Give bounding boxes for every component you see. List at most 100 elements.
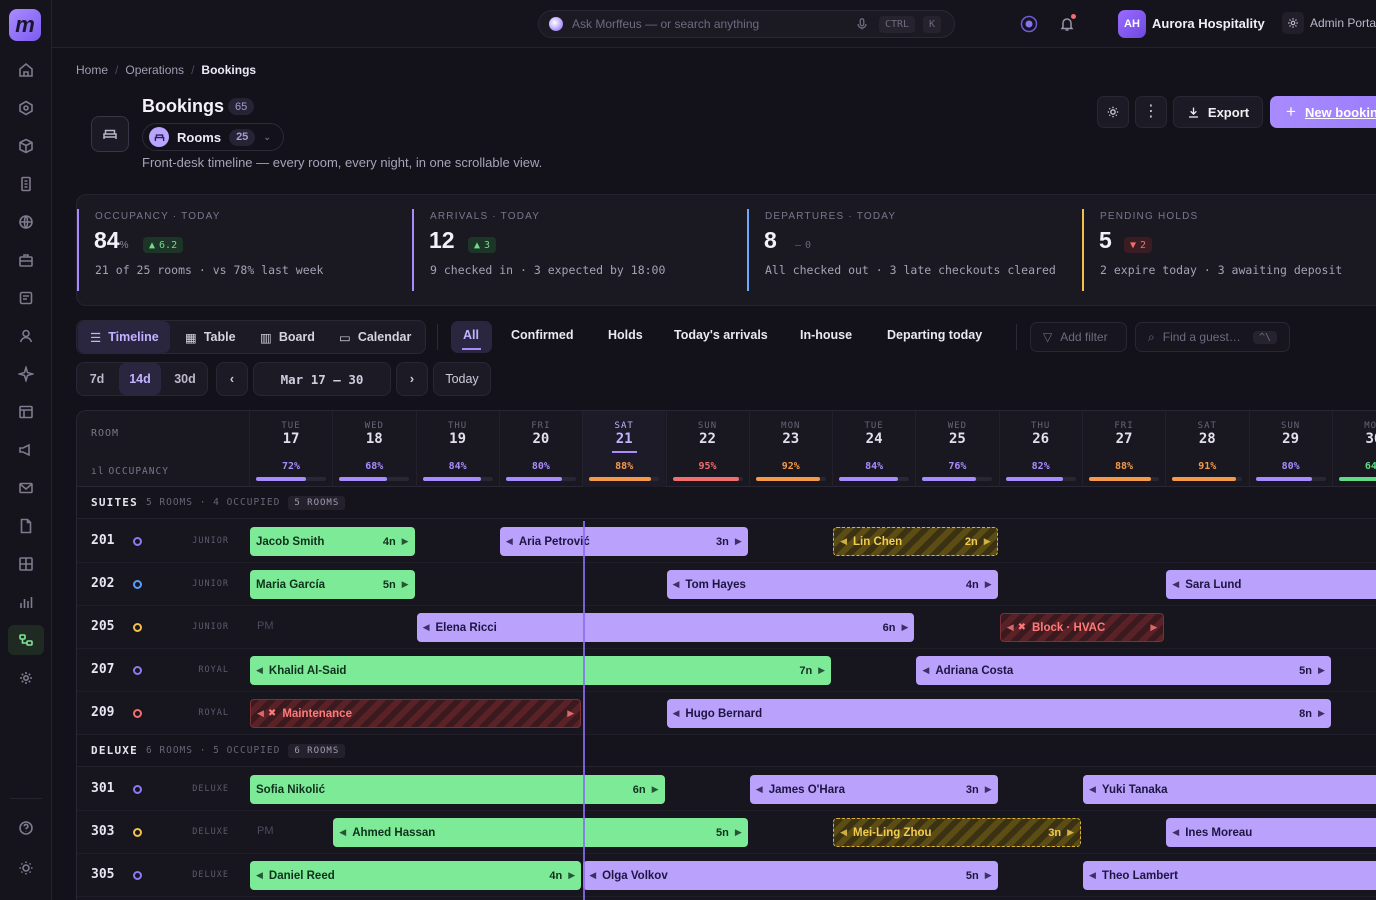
globe-icon[interactable]: [14, 210, 38, 234]
day-column[interactable]: THU 26 82%: [998, 411, 1082, 487]
mail-icon[interactable]: [14, 476, 38, 500]
room-number[interactable]: 209: [91, 705, 114, 720]
booking-bar[interactable]: ◀ Adriana Costa 5n ▶: [916, 656, 1331, 685]
stat-occupancy: OCCUPANCY · TODAY 84% ▲ 6.2 21 of 25 room…: [77, 195, 412, 307]
breadcrumb-operations[interactable]: Operations: [125, 63, 184, 77]
booking-bar[interactable]: ◀ Khalid Al-Said 7n ▶: [250, 656, 832, 685]
filter-chip-todays-arrivals[interactable]: Today's arrivals: [674, 328, 768, 342]
org-name[interactable]: Aurora Hospitality: [1152, 16, 1265, 31]
day-column[interactable]: MON 23 92%: [748, 411, 832, 487]
booking-bar[interactable]: ◀ Hugo Bernard 8n ▶: [666, 699, 1331, 728]
day-column[interactable]: TUE 24 84%: [832, 411, 915, 487]
booking-bar[interactable]: ◀ ✖ Maintenance ▶: [250, 699, 582, 728]
breadcrumb-home[interactable]: Home: [76, 63, 108, 77]
day-column[interactable]: FRI 20 80%: [498, 411, 582, 487]
add-filter-button[interactable]: ▽ Add filter: [1030, 322, 1127, 352]
today-button[interactable]: Today: [433, 362, 491, 396]
room-number[interactable]: 303: [91, 824, 114, 839]
user-icon[interactable]: [14, 324, 38, 348]
rooms-selector[interactable]: Rooms 25 ⌄: [142, 123, 284, 151]
booking-bar[interactable]: ◀ Mei-Ling Zhou 3n ▶: [833, 818, 1081, 847]
day-column[interactable]: MON30 64%: [1331, 411, 1376, 487]
booking-bar[interactable]: ◀ Lin Chen 2n ▶: [833, 527, 998, 556]
building-icon[interactable]: [14, 172, 38, 196]
assistant-icon[interactable]: [1018, 13, 1040, 35]
booking-bar[interactable]: ◀ ✖ Block · HVAC ▶: [999, 613, 1165, 642]
next-period-button[interactable]: ›: [396, 362, 428, 396]
booking-bar[interactable]: ◀ Daniel Reed 4n ▶: [250, 861, 582, 890]
view-calendar-tab[interactable]: ▭ Calendar: [339, 321, 411, 353]
booking-bar[interactable]: ◀Sara Lund▶: [1166, 570, 1376, 599]
day-column[interactable]: WED 25 76%: [915, 411, 998, 487]
day-column[interactable]: TUE 17 72%: [249, 411, 332, 487]
target-icon[interactable]: [14, 96, 38, 120]
room-number[interactable]: 201: [91, 533, 114, 548]
cube-icon[interactable]: [14, 134, 38, 158]
view-board-tab[interactable]: ▥ Board: [260, 321, 315, 353]
filter-chip-all[interactable]: All: [463, 328, 479, 342]
stat-accent-bar: [77, 209, 79, 291]
grid-icon[interactable]: [14, 552, 38, 576]
booking-bar[interactable]: ◀ James O'Hara 3n ▶: [749, 775, 998, 804]
app-logo[interactable]: m: [9, 9, 41, 41]
range-30d[interactable]: 30d: [165, 363, 205, 395]
search-input[interactable]: Ask Morffeus — or search anything CTRL K: [538, 10, 955, 38]
room-number[interactable]: 202: [91, 576, 114, 591]
room-number[interactable]: 301: [91, 781, 114, 796]
home-icon[interactable]: [14, 58, 38, 82]
new-booking-button[interactable]: + New booking: [1270, 96, 1376, 128]
room-number[interactable]: 207: [91, 662, 114, 677]
help-icon[interactable]: [14, 816, 38, 840]
booking-bar[interactable]: ◀ Elena Ricci 6n ▶: [416, 613, 915, 642]
range-7d[interactable]: 7d: [77, 363, 117, 395]
filter-chip-confirmed[interactable]: Confirmed: [511, 328, 574, 342]
briefcase-icon[interactable]: [14, 248, 38, 272]
booking-bar[interactable]: ◀ Tom Hayes 4n ▶: [666, 570, 998, 599]
prev-period-button[interactable]: ‹: [216, 362, 248, 396]
org-avatar[interactable]: AH: [1118, 10, 1146, 38]
admin-portal-link[interactable]: Admin Portal: [1282, 12, 1376, 34]
theme-toggle-icon[interactable]: [14, 856, 38, 880]
booking-bar[interactable]: ◀Ines Moreau▶: [1166, 818, 1376, 847]
settings-icon[interactable]: [14, 666, 38, 690]
booking-bar[interactable]: Sofia Nikolić 6n ▶: [250, 775, 665, 804]
day-column[interactable]: SUN 29 80%: [1248, 411, 1332, 487]
date-range-label[interactable]: Mar 17 – 30: [253, 362, 391, 396]
table-icon[interactable]: [14, 400, 38, 424]
find-guest-input[interactable]: ⌕ Find a guest… ^\: [1135, 322, 1290, 352]
day-column[interactable]: THU 19 84%: [415, 411, 499, 487]
day-column[interactable]: SAT 21 88%: [582, 411, 666, 487]
megaphone-icon[interactable]: [14, 438, 38, 462]
booking-bar[interactable]: ◀ Ahmed Hassan 5n ▶: [333, 818, 748, 847]
booking-bar[interactable]: ◀ Aria Petrović 3n ▶: [499, 527, 748, 556]
day-column[interactable]: FRI 27 88%: [1082, 411, 1165, 487]
day-column[interactable]: SUN 22 95%: [665, 411, 749, 487]
day-column[interactable]: WED 18 68%: [332, 411, 415, 487]
room-number[interactable]: 305: [91, 867, 114, 882]
sparkle-icon[interactable]: [14, 362, 38, 386]
filter-chip-in-house[interactable]: In-house: [800, 328, 852, 342]
file-icon[interactable]: [14, 514, 38, 538]
room-group-header[interactable]: DELUXE 6 ROOMS · 5 OCCUPIED 6 ROOMS: [77, 735, 1376, 767]
room-number[interactable]: 205: [91, 619, 114, 634]
booking-bar[interactable]: ◀Theo Lambert▶: [1083, 861, 1376, 890]
view-timeline-tab[interactable]: ☰ Timeline: [78, 321, 170, 353]
bookings-nav-icon[interactable]: [8, 625, 44, 655]
export-button[interactable]: Export: [1173, 96, 1263, 128]
room-group-header[interactable]: SUITES 5 ROOMS · 4 OCCUPIED 5 ROOMS: [77, 487, 1376, 519]
more-options-button[interactable]: ⋮: [1135, 96, 1167, 128]
booking-bar[interactable]: Jacob Smith 4n ▶: [250, 527, 415, 556]
booking-bar[interactable]: ◀Yuki Tanaka▶: [1083, 775, 1376, 804]
day-column[interactable]: SAT 28 91%: [1165, 411, 1248, 487]
sun-settings-button[interactable]: [1097, 96, 1129, 128]
range-14d[interactable]: 14d: [119, 363, 161, 395]
microphone-icon[interactable]: [855, 17, 869, 31]
filter-chip-holds[interactable]: Holds: [608, 328, 643, 342]
bar-chart-icon[interactable]: [14, 590, 38, 614]
view-table-tab[interactable]: ▦ Table: [185, 321, 236, 353]
notifications-bell-icon[interactable]: [1056, 13, 1078, 35]
booking-bar[interactable]: Maria García 5n ▶: [250, 570, 415, 599]
booking-bar[interactable]: ◀ Olga Volkov 5n ▶: [583, 861, 998, 890]
filter-chip-departing-today[interactable]: Departing today: [887, 328, 982, 342]
document-icon[interactable]: [14, 286, 38, 310]
